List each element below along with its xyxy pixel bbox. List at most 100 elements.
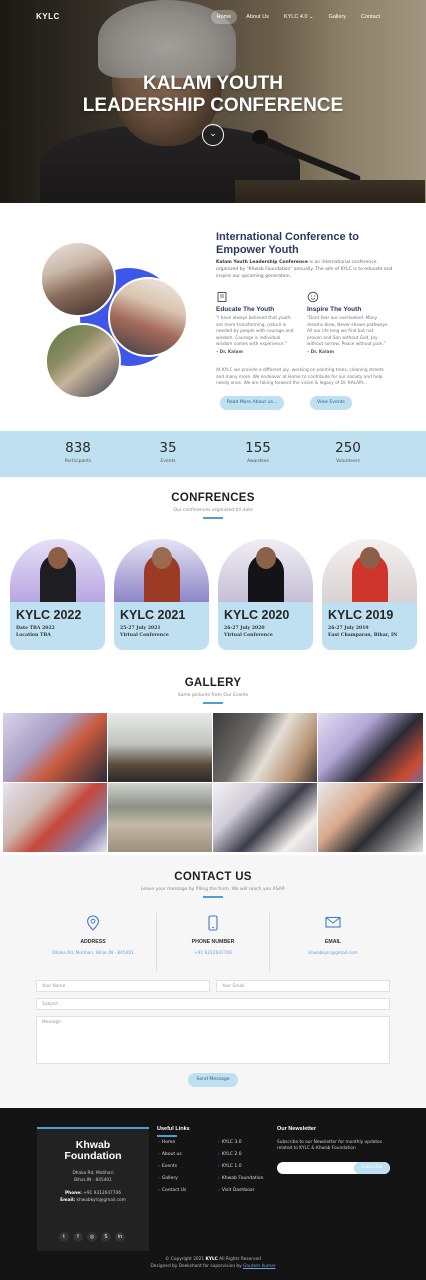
- view-events-button[interactable]: View Events: [310, 396, 352, 410]
- stat-value: 35: [159, 440, 177, 456]
- about-section: International Conference to Empower Yout…: [0, 203, 426, 431]
- footer-link-dashboard[interactable]: › Visit Dashboar: [218, 1188, 254, 1193]
- gallery-photo[interactable]: [108, 783, 212, 852]
- conference-card-2020[interactable]: KYLC 2020 26-27 July 2020 Virtual Confer…: [218, 539, 313, 650]
- stat-label: Volunteers: [336, 459, 360, 464]
- conference-card-2022[interactable]: KYLC 2022 Date TBA 2022 Location TBA: [10, 539, 105, 650]
- footer-link-about[interactable]: › About us: [158, 1152, 182, 1157]
- inspire-author: – Dr. Kalam: [307, 349, 334, 355]
- stat-awardees: 155 Awardees: [223, 440, 293, 464]
- name-input[interactable]: Your Name: [36, 980, 210, 992]
- copyright-post: All Rights Reserved: [217, 1257, 261, 1262]
- phone-value[interactable]: +91 9312647706: [150, 951, 276, 956]
- conferences-subtitle: Our conferences organized till date: [173, 508, 253, 513]
- conference-location: East Champaran, Bihar, IN: [328, 633, 398, 638]
- email-value[interactable]: khwabkylc@gmail.com: [270, 951, 396, 956]
- conference-photo-speaker-head: [256, 547, 276, 569]
- stat-label: Awardees: [247, 459, 269, 464]
- gallery-photo[interactable]: [3, 713, 107, 782]
- facebook-icon[interactable]: f: [73, 1232, 83, 1242]
- about-educate-column: Educate The Youth "I have always believe…: [216, 291, 298, 355]
- footer-link-events[interactable]: › Events: [158, 1164, 177, 1169]
- linkedin-icon[interactable]: in: [115, 1232, 125, 1242]
- about-outro: At KYLC we provide a different joy, work…: [216, 368, 384, 386]
- copyright-brand: KYLC: [205, 1257, 218, 1262]
- stat-label: Events: [160, 459, 176, 464]
- stat-participants: 838 Participants: [43, 440, 113, 464]
- top-nav: KYLC Home About Us KYLC 4.0 ⌄ Gallery Co…: [0, 10, 426, 26]
- nav-gallery[interactable]: Gallery: [323, 10, 352, 24]
- footer-contact: Phone: +91 9312647706 Email: khwabkylc@g…: [37, 1190, 149, 1204]
- footer-link-label: KYLC 2.0: [221, 1152, 242, 1157]
- gallery-photo[interactable]: [318, 783, 423, 852]
- inspire-quote: "Dont fear our overlooked. Many dreams b…: [307, 316, 389, 347]
- footer-phone[interactable]: +91 9312647706: [83, 1191, 121, 1196]
- send-message-button[interactable]: Send Message: [188, 1073, 238, 1087]
- conference-photo-speaker-head: [360, 547, 380, 569]
- subscribe-button[interactable]: Subscribe: [354, 1162, 390, 1174]
- conferences-title: CONFRENCES: [171, 492, 255, 504]
- email-title: EMAIL: [324, 939, 342, 945]
- gallery-photo[interactable]: [213, 713, 317, 782]
- skype-icon[interactable]: S: [101, 1232, 111, 1242]
- conference-card-2019[interactable]: KYLC 2019 26-27 July 2019 East Champaran…: [322, 539, 417, 650]
- footer-link-kylc-2[interactable]: › KYLC 2.0: [218, 1152, 242, 1157]
- chevron-right-icon: ›: [158, 1152, 160, 1157]
- useful-links-underline: [157, 1135, 177, 1137]
- gallery-photo[interactable]: [318, 713, 423, 782]
- footer-link-gallery[interactable]: › Gallery: [158, 1176, 178, 1181]
- conference-info: KYLC 2020 26-27 July 2020 Virtual Confer…: [218, 602, 313, 650]
- heading-underline: [203, 517, 223, 519]
- footer-link-label: Home: [161, 1140, 176, 1145]
- conference-date: 26-27 July 2019: [328, 626, 369, 631]
- hero-title-line1: KALAM YOUTH: [142, 73, 284, 94]
- about-intro: Kalam Youth Leadership Conference is an …: [216, 260, 396, 280]
- conference-photo: [114, 539, 209, 602]
- conference-info: KYLC 2022 Date TBA 2022 Location TBA: [10, 602, 105, 650]
- gallery-title: GALLERY: [184, 677, 242, 689]
- twitter-icon[interactable]: t: [59, 1232, 69, 1242]
- nav-contact[interactable]: Contact: [355, 10, 386, 24]
- copyright-line: © Copyright 2021 KYLC All Rights Reserve…: [0, 1256, 426, 1263]
- gallery-photo[interactable]: [213, 783, 317, 852]
- instagram-icon[interactable]: ◎: [87, 1232, 97, 1242]
- scroll-down-icon[interactable]: ⌄: [202, 124, 224, 146]
- nav-kylc-dropdown[interactable]: KYLC 4.0 ⌄: [278, 10, 320, 24]
- supervisor-link[interactable]: Gautam Kumar: [243, 1264, 275, 1269]
- stat-events: 35 Events: [133, 440, 203, 464]
- educate-quote: "I have always believed that youth are m…: [216, 316, 294, 347]
- chevron-right-icon: ›: [158, 1140, 160, 1145]
- contact-address: ADDRESS Dhaka Rd, Motihari, Bihar,IN - 8…: [30, 915, 156, 973]
- conference-info: KYLC 2021 25-27 July 2021 Virtual Confer…: [114, 602, 209, 650]
- conference-card-2021[interactable]: KYLC 2021 25-27 July 2021 Virtual Confer…: [114, 539, 209, 650]
- subject-input[interactable]: Subject: [36, 998, 390, 1010]
- read-more-button[interactable]: Read More About us...: [220, 396, 284, 410]
- chevron-right-icon: ›: [218, 1188, 220, 1193]
- message-textarea[interactable]: Message: [36, 1016, 390, 1064]
- gallery-photo[interactable]: [3, 783, 107, 852]
- stats-bar: 838 Participants 35 Events 155 Awardees …: [0, 431, 426, 477]
- site-logo[interactable]: KYLC: [36, 12, 60, 21]
- nav-home[interactable]: Home: [210, 10, 238, 24]
- newsletter-title: Our Newsletter: [277, 1126, 317, 1132]
- footer-link-kylc-3[interactable]: › KYLC 3.0: [218, 1140, 242, 1145]
- footer-email[interactable]: khwabkylc@gmail.com: [77, 1198, 126, 1203]
- footer-link-kylc-1[interactable]: › KYLC 1.0: [218, 1164, 242, 1169]
- footer-link-contact[interactable]: › Contact Us: [158, 1188, 186, 1193]
- nav-about[interactable]: About Us: [240, 10, 275, 24]
- footer-phone-label: Phone:: [64, 1191, 82, 1196]
- map-pin-icon: [30, 915, 156, 933]
- copyright: © Copyright 2021 KYLC All Rights Reserve…: [0, 1256, 426, 1270]
- chevron-right-icon: ›: [158, 1188, 160, 1193]
- footer-link-khwab[interactable]: › Khwab Foundation: [218, 1176, 263, 1181]
- chevron-right-icon: ›: [158, 1164, 160, 1169]
- conference-photo-speaker-head: [48, 547, 68, 569]
- heading-underline: [203, 896, 223, 898]
- phone-title: PHONE NUMBER: [191, 939, 235, 945]
- educate-title: Educate The Youth: [216, 306, 275, 313]
- gallery-photo[interactable]: [108, 713, 212, 782]
- newsletter-text: Subscribe to our Newsletter for monthly …: [277, 1140, 382, 1152]
- chevron-right-icon: ›: [218, 1176, 220, 1181]
- footer-link-home[interactable]: › Home: [158, 1140, 175, 1145]
- email-input[interactable]: Your Email: [216, 980, 390, 992]
